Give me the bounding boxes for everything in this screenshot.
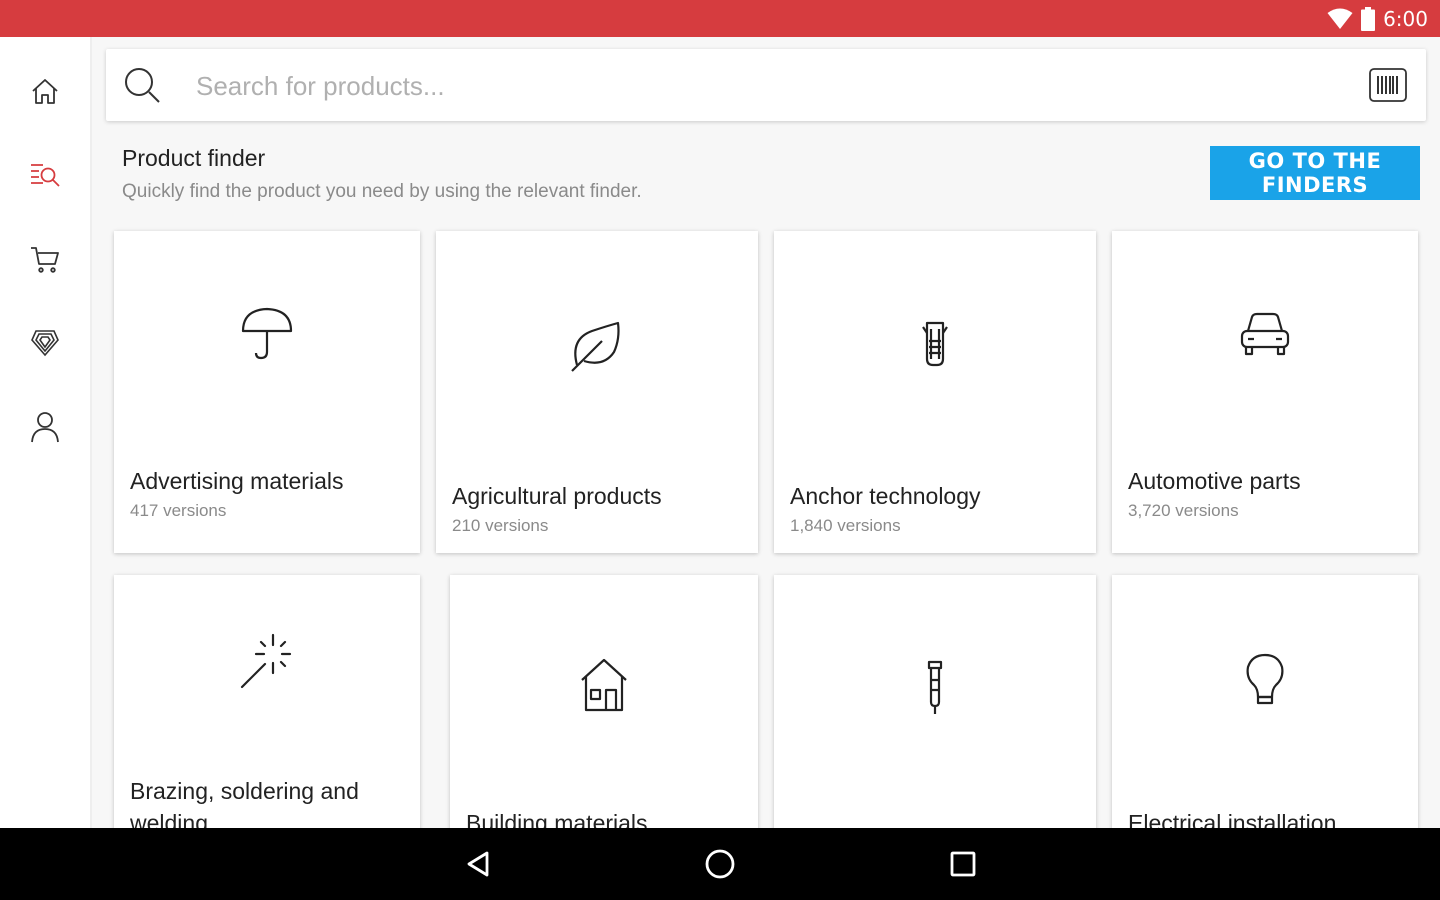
category-card-automotive-parts[interactable]: Automotive parts 3,720 versions: [1112, 231, 1418, 553]
category-title: Electrical installation: [1128, 810, 1337, 828]
home-button[interactable]: [698, 842, 742, 886]
recents-square-icon: [950, 851, 976, 877]
category-versions: 210 versions: [452, 516, 549, 535]
go-to-finders-button[interactable]: GO TO THE FINDERS: [1210, 146, 1420, 200]
product-finder-subtitle: Quickly find the product you need by usi…: [122, 181, 642, 202]
category-title: Brazing, soldering and welding: [130, 778, 359, 828]
category-versions: 3,720 versions: [1128, 501, 1239, 520]
category-versions: 1,840 versions: [790, 516, 901, 535]
car-icon: [1240, 312, 1290, 356]
category-title: Agricultural products: [452, 483, 662, 509]
category-card-building-materials[interactable]: Building materials: [450, 575, 758, 828]
user-icon: [31, 412, 59, 443]
cart-icon: [31, 247, 59, 273]
status-icons: 6:00: [1327, 6, 1428, 32]
sparkle-wand-icon: [240, 633, 292, 689]
category-title: Advertising materials: [130, 468, 344, 494]
product-finder-title: Product finder: [122, 145, 266, 171]
back-icon: [467, 851, 489, 877]
status-time: 6:00: [1383, 7, 1428, 31]
battery-icon: [1361, 7, 1376, 31]
anchor-plug-icon: [922, 321, 948, 367]
rivet-icon: [927, 660, 943, 714]
category-title: Building materials: [466, 810, 648, 828]
category-card-anchor-technology[interactable]: Anchor technology 1,840 versions: [774, 231, 1096, 553]
category-title: Anchor technology: [790, 483, 981, 509]
sidebar-item-offers[interactable]: [0, 312, 90, 372]
sidebar-item-product-search[interactable]: [0, 145, 90, 205]
category-card-agricultural-products[interactable]: Agricultural products 210 versions: [436, 231, 758, 553]
home-circle-icon: [705, 849, 735, 879]
sidebar: [0, 37, 92, 828]
badge-icon: [31, 330, 59, 357]
leaf-icon: [571, 321, 620, 372]
recents-button[interactable]: [941, 842, 985, 886]
house-icon: [581, 658, 627, 712]
category-card-electrical-installation[interactable]: Electrical installation: [1112, 575, 1418, 828]
sidebar-item-account[interactable]: [0, 397, 90, 457]
wifi-icon: [1327, 8, 1353, 29]
list-search-icon: [31, 164, 60, 187]
lightbulb-icon: [1246, 653, 1284, 705]
home-icon: [32, 79, 58, 104]
category-title: Automotive parts: [1128, 468, 1301, 494]
sidebar-item-home[interactable]: [0, 61, 90, 121]
category-card-fastening[interactable]: [774, 575, 1096, 828]
barcode-scan-icon[interactable]: [1368, 67, 1408, 103]
system-navigation-bar: [0, 828, 1440, 900]
back-button[interactable]: [456, 842, 500, 886]
search-input[interactable]: [196, 67, 1336, 105]
category-card-advertising-materials[interactable]: Advertising materials 417 versions: [114, 231, 420, 553]
main-content: Product finder Quickly find the product …: [92, 37, 1440, 828]
sidebar-item-cart[interactable]: [0, 229, 90, 289]
search-bar: [106, 49, 1426, 121]
umbrella-icon: [241, 307, 293, 360]
search-icon[interactable]: [122, 65, 162, 105]
category-card-brazing-soldering-welding[interactable]: Brazing, soldering and welding: [114, 575, 420, 828]
status-bar: 6:00: [0, 0, 1440, 37]
category-versions: 417 versions: [130, 501, 227, 520]
